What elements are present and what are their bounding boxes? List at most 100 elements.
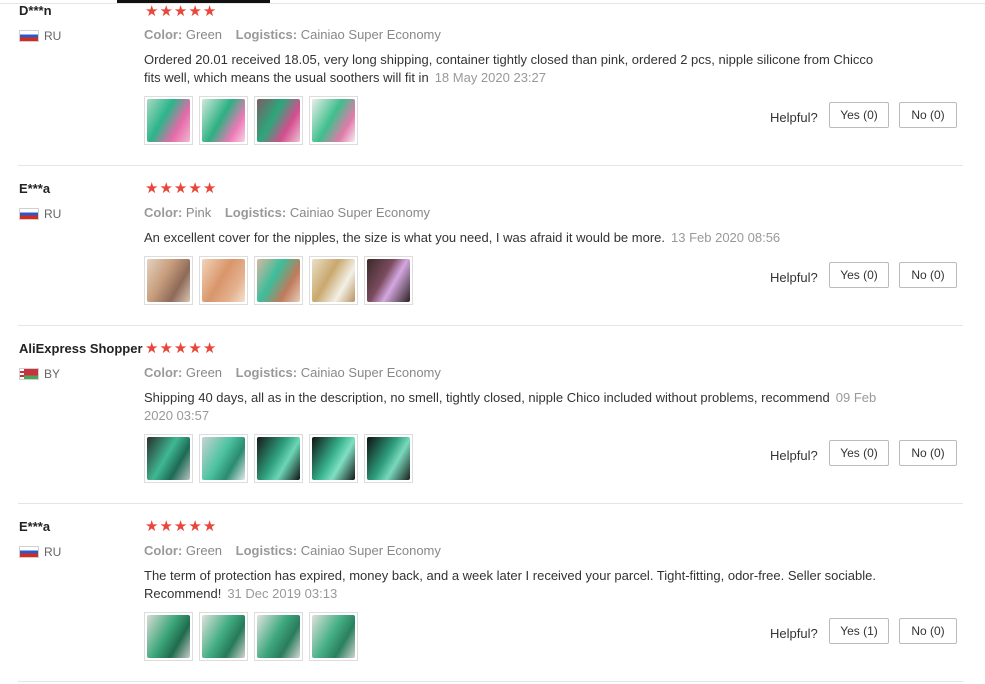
star-icon: ★ [202, 3, 217, 20]
review-text-block: The term of protection has expired, mone… [144, 567, 884, 603]
review-photo [367, 437, 410, 480]
star-icon: ★ [145, 518, 159, 535]
star-rating: ★ ★ ★ ★ ★ [145, 519, 216, 534]
logistics-value: Cainiao Super Economy [300, 543, 441, 558]
color-label: Color: [144, 205, 183, 220]
star-icon: ★ [159, 3, 173, 20]
star-icon: ★ [145, 340, 159, 357]
photo-thumbnails [144, 434, 413, 483]
color-value: Pink [185, 205, 212, 220]
star-icon: ★ [188, 518, 202, 535]
photo-thumbnail[interactable] [199, 256, 248, 305]
photo-thumbnails [144, 256, 413, 305]
logistics-value: Cainiao Super Economy [300, 365, 441, 380]
star-icon: ★ [188, 340, 202, 357]
photo-thumbnail[interactable] [309, 612, 358, 661]
helpful-no-button[interactable]: No (0) [899, 618, 957, 644]
photo-thumbnail[interactable] [364, 434, 413, 483]
star-icon: ★ [202, 340, 217, 357]
helpful-label: Helpful? [770, 626, 818, 641]
logistics-label: Logistics: [224, 205, 287, 220]
photo-thumbnail[interactable] [254, 434, 303, 483]
star-icon: ★ [159, 340, 173, 357]
photo-thumbnail[interactable] [199, 96, 248, 145]
review-date: 18 May 2020 23:27 [434, 70, 546, 85]
helpful-yes-button[interactable]: Yes (0) [829, 440, 889, 466]
helpful-yes-button[interactable]: Yes (0) [829, 102, 889, 128]
reviewer-country: RU [19, 29, 61, 43]
country-code: RU [44, 207, 62, 221]
logistics-value: Cainiao Super Economy [300, 27, 441, 42]
photo-thumbnail[interactable] [309, 96, 358, 145]
color-label: Color: [144, 27, 183, 42]
photo-thumbnail[interactable] [144, 434, 193, 483]
star-rating: ★ ★ ★ ★ ★ [145, 341, 216, 356]
photo-thumbnail[interactable] [199, 612, 248, 661]
review-text: An excellent cover for the nipples, the … [144, 230, 665, 245]
star-icon: ★ [173, 518, 188, 535]
star-icon: ★ [145, 180, 159, 197]
review-photo [202, 259, 245, 302]
logistics-value: Cainiao Super Economy [289, 205, 431, 220]
review-photo [147, 437, 190, 480]
review-divider [18, 325, 963, 326]
review-text-block: Shipping 40 days, all as in the descript… [144, 389, 884, 425]
star-icon: ★ [173, 180, 188, 197]
photo-thumbnail[interactable] [144, 256, 193, 305]
photo-thumbnail[interactable] [199, 434, 248, 483]
review-photo [147, 259, 190, 302]
review-photo [147, 615, 190, 658]
review-photo [367, 259, 410, 302]
russia-flag-icon [19, 30, 39, 42]
helpful-no-button[interactable]: No (0) [899, 262, 957, 288]
photo-thumbnail[interactable] [254, 256, 303, 305]
review-photo [312, 259, 355, 302]
star-icon: ★ [173, 340, 188, 357]
review-photo [257, 99, 300, 142]
review-divider [18, 503, 963, 504]
country-code: RU [44, 545, 62, 559]
reviewer-name: D***n [19, 3, 52, 18]
review-photo [312, 99, 355, 142]
star-icon: ★ [159, 180, 173, 197]
star-icon: ★ [159, 518, 173, 535]
helpful-yes-button[interactable]: Yes (0) [829, 262, 889, 288]
color-label: Color: [144, 365, 183, 380]
photo-thumbnail[interactable] [309, 256, 358, 305]
star-icon: ★ [202, 180, 217, 197]
photo-thumbnail[interactable] [144, 96, 193, 145]
review-photo [257, 259, 300, 302]
belarus-flag-icon [19, 368, 39, 380]
review-photo [202, 615, 245, 658]
review-photo [312, 437, 355, 480]
reviewer-country: BY [19, 367, 60, 381]
reviewer-name: AliExpress Shopper [19, 341, 143, 356]
russia-flag-icon [19, 546, 39, 558]
photo-thumbnails [144, 96, 358, 145]
photo-thumbnail[interactable] [254, 612, 303, 661]
photo-thumbnail[interactable] [364, 256, 413, 305]
star-rating: ★ ★ ★ ★ ★ [145, 4, 216, 19]
star-icon: ★ [173, 3, 188, 20]
country-code: BY [44, 367, 61, 381]
star-icon: ★ [145, 3, 159, 20]
logistics-label: Logistics: [235, 27, 298, 42]
review-photo [202, 437, 245, 480]
review-text-block: An excellent cover for the nipples, the … [144, 229, 884, 247]
order-attributes: Color: Green Logistics: Cainiao Super Ec… [144, 365, 451, 380]
logistics-label: Logistics: [235, 365, 298, 380]
order-attributes: Color: Pink Logistics: Cainiao Super Eco… [144, 205, 440, 220]
helpful-no-button[interactable]: No (0) [899, 440, 957, 466]
photo-thumbnail[interactable] [309, 434, 358, 483]
star-rating: ★ ★ ★ ★ ★ [145, 181, 216, 196]
reviewer-country: RU [19, 207, 61, 221]
review-date: 13 Feb 2020 08:56 [671, 230, 781, 245]
helpful-no-button[interactable]: No (0) [899, 102, 957, 128]
order-attributes: Color: Green Logistics: Cainiao Super Ec… [144, 27, 451, 42]
country-code: RU [44, 29, 62, 43]
photo-thumbnail[interactable] [144, 612, 193, 661]
helpful-label: Helpful? [770, 110, 818, 125]
photo-thumbnails [144, 612, 358, 661]
photo-thumbnail[interactable] [254, 96, 303, 145]
helpful-yes-button[interactable]: Yes (1) [829, 618, 889, 644]
